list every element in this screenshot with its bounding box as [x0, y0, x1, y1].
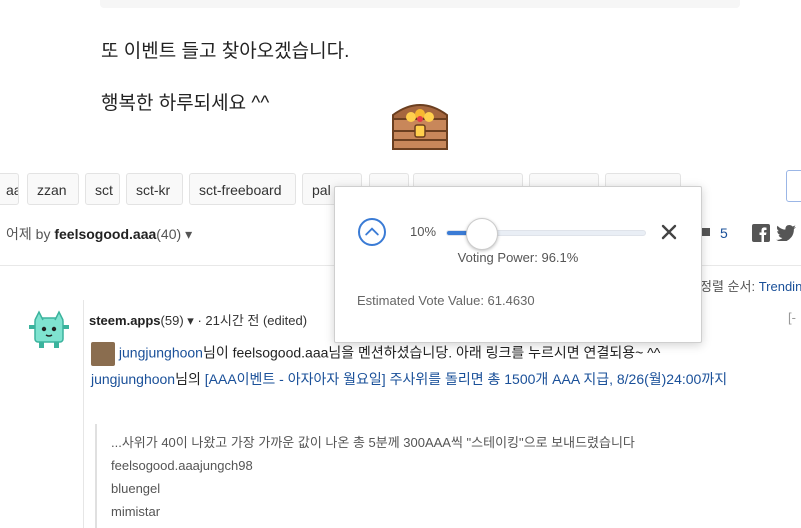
- post-author[interactable]: feelsogood.aaa: [54, 226, 156, 242]
- estimated-vote-value: Estimated Vote Value: 61.4630: [357, 293, 535, 308]
- mention-user-link[interactable]: jungjunghoon: [119, 345, 203, 361]
- event-post-link[interactable]: [AAA이벤트 - 아자아자 월요일] 주사위를 돌리면 총 1500개 AAA…: [205, 371, 727, 387]
- facebook-icon[interactable]: [752, 224, 770, 242]
- comment-time: · 21시간 전 (edited): [197, 313, 308, 328]
- comment-author-reputation: (59): [160, 313, 184, 328]
- collapse-toggle[interactable]: [-: [788, 310, 796, 325]
- avatar[interactable]: [27, 308, 71, 350]
- quote-line: feelsogood.aaajungch98: [111, 458, 253, 473]
- quote-line: mimistar: [111, 504, 161, 519]
- tag-3[interactable]: sct-kr: [126, 173, 183, 205]
- comment-text-1: 님이 feelsogood.aaa님을 멘션하셨습니당. 아래 링크를 누르시면…: [202, 344, 661, 361]
- tag-2[interactable]: sct: [85, 173, 120, 205]
- comment-author[interactable]: steem.apps: [89, 313, 161, 328]
- chevron-up-icon: [365, 227, 379, 236]
- tag-1[interactable]: zzan: [27, 173, 79, 205]
- caret-down-icon[interactable]: ▾: [185, 226, 192, 242]
- user-thumbnail-icon: [91, 342, 115, 366]
- comment-line-2: jungjunghoon님의 [AAA이벤트 - 아자아자 월요일] 주사위를 …: [91, 369, 727, 389]
- tag-4[interactable]: sct-freeboard: [189, 173, 296, 205]
- sort-dropdown[interactable]: Trending: [759, 279, 801, 294]
- post-author-reputation: (40): [156, 226, 182, 242]
- post-body-top-box: [100, 0, 740, 8]
- comment-text-2: 님의: [175, 371, 201, 387]
- caret-down-icon[interactable]: ▾: [187, 313, 194, 328]
- post-text-line-2: 행복한 하루되세요 ^^: [101, 93, 270, 114]
- tag-scroll-button[interactable]: [786, 170, 801, 202]
- voting-power: Voting Power: 96.1%: [457, 250, 579, 265]
- post-by-label: by: [35, 226, 51, 242]
- quote-bar: [95, 424, 97, 528]
- quote-line: ...사위가 40이 나왔고 가장 가까운 값이 나온 총 5분께 300AAA…: [111, 435, 635, 450]
- mention-user-link-2[interactable]: jungjunghoon: [91, 371, 175, 387]
- sort-bar: 정렬 순서: Trending: [700, 276, 801, 295]
- comment-line-1: jungjunghoon님이 feelsogood.aaa님을 멘션하셨습니당.…: [91, 342, 660, 366]
- comment-count[interactable]: 5: [720, 225, 728, 241]
- post-time: 어제: [6, 226, 32, 242]
- sort-label: 정렬 순서:: [700, 279, 756, 294]
- treasure-chest-icon: [392, 104, 448, 150]
- vote-popup: 10% Voting Power: 96.1% Estimated Vote V…: [334, 186, 702, 343]
- upvote-button[interactable]: [358, 218, 386, 246]
- tag-0[interactable]: aa: [0, 173, 19, 205]
- post-meta: 어제 by feelsogood.aaa(40) ▾: [6, 224, 192, 244]
- twitter-icon[interactable]: [776, 225, 796, 241]
- vote-slider-handle[interactable]: [466, 218, 498, 250]
- vote-percent-label: 10%: [410, 224, 437, 239]
- comment-header: steem.apps(59) ▾ · 21시간 전 (edited): [89, 310, 307, 329]
- quote-line: bluengel: [111, 481, 161, 496]
- post-text-line-1: 또 이벤트 들고 찾아오겠습니다.: [101, 41, 350, 62]
- comment-thread-line: [83, 300, 84, 528]
- close-icon[interactable]: [659, 222, 679, 242]
